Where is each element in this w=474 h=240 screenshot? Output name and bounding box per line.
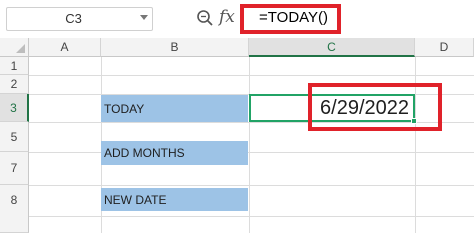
cell-b7-text: NEW DATE bbox=[104, 192, 167, 207]
formula-highlight-box bbox=[240, 4, 341, 34]
gridline bbox=[29, 75, 474, 76]
row-header-2[interactable]: 2 bbox=[0, 75, 29, 94]
fx-icon[interactable]: fx bbox=[219, 7, 235, 27]
row-header-5[interactable]: 5 bbox=[0, 122, 29, 152]
column-header-d[interactable]: D bbox=[415, 38, 474, 57]
row-header-1[interactable]: 1 bbox=[0, 57, 29, 75]
cell-highlight-box bbox=[308, 83, 442, 131]
spreadsheet-grid: A B C D 1 2 3 5 7 8 TODAY ADD MONTHS NEW… bbox=[0, 38, 474, 233]
name-box[interactable]: C3 bbox=[6, 7, 153, 31]
gridline bbox=[29, 216, 474, 217]
row-header-8[interactable]: 8 bbox=[0, 185, 29, 233]
cell-b5-text: ADD MONTHS bbox=[104, 146, 185, 160]
zoom-icon[interactable] bbox=[196, 9, 214, 27]
row-header-3[interactable]: 3 bbox=[0, 94, 29, 122]
column-header-b[interactable]: B bbox=[101, 38, 249, 57]
cell-b7[interactable]: NEW DATE bbox=[101, 188, 248, 211]
name-box-dropdown-icon[interactable] bbox=[140, 15, 148, 20]
cell-b5[interactable]: ADD MONTHS bbox=[101, 141, 248, 165]
cell-b3[interactable]: TODAY bbox=[101, 95, 248, 122]
gridline bbox=[29, 185, 474, 186]
name-box-value: C3 bbox=[65, 11, 82, 26]
column-header-c[interactable]: C bbox=[249, 38, 415, 57]
column-header-a[interactable]: A bbox=[29, 38, 101, 57]
gridline bbox=[249, 57, 250, 233]
cell-b3-text: TODAY bbox=[104, 101, 145, 116]
select-all-corner[interactable] bbox=[0, 38, 29, 57]
gridline bbox=[29, 152, 474, 153]
formula-bar: C3 fx =TODAY() bbox=[0, 0, 474, 38]
row-header-7[interactable]: 7 bbox=[0, 152, 29, 185]
